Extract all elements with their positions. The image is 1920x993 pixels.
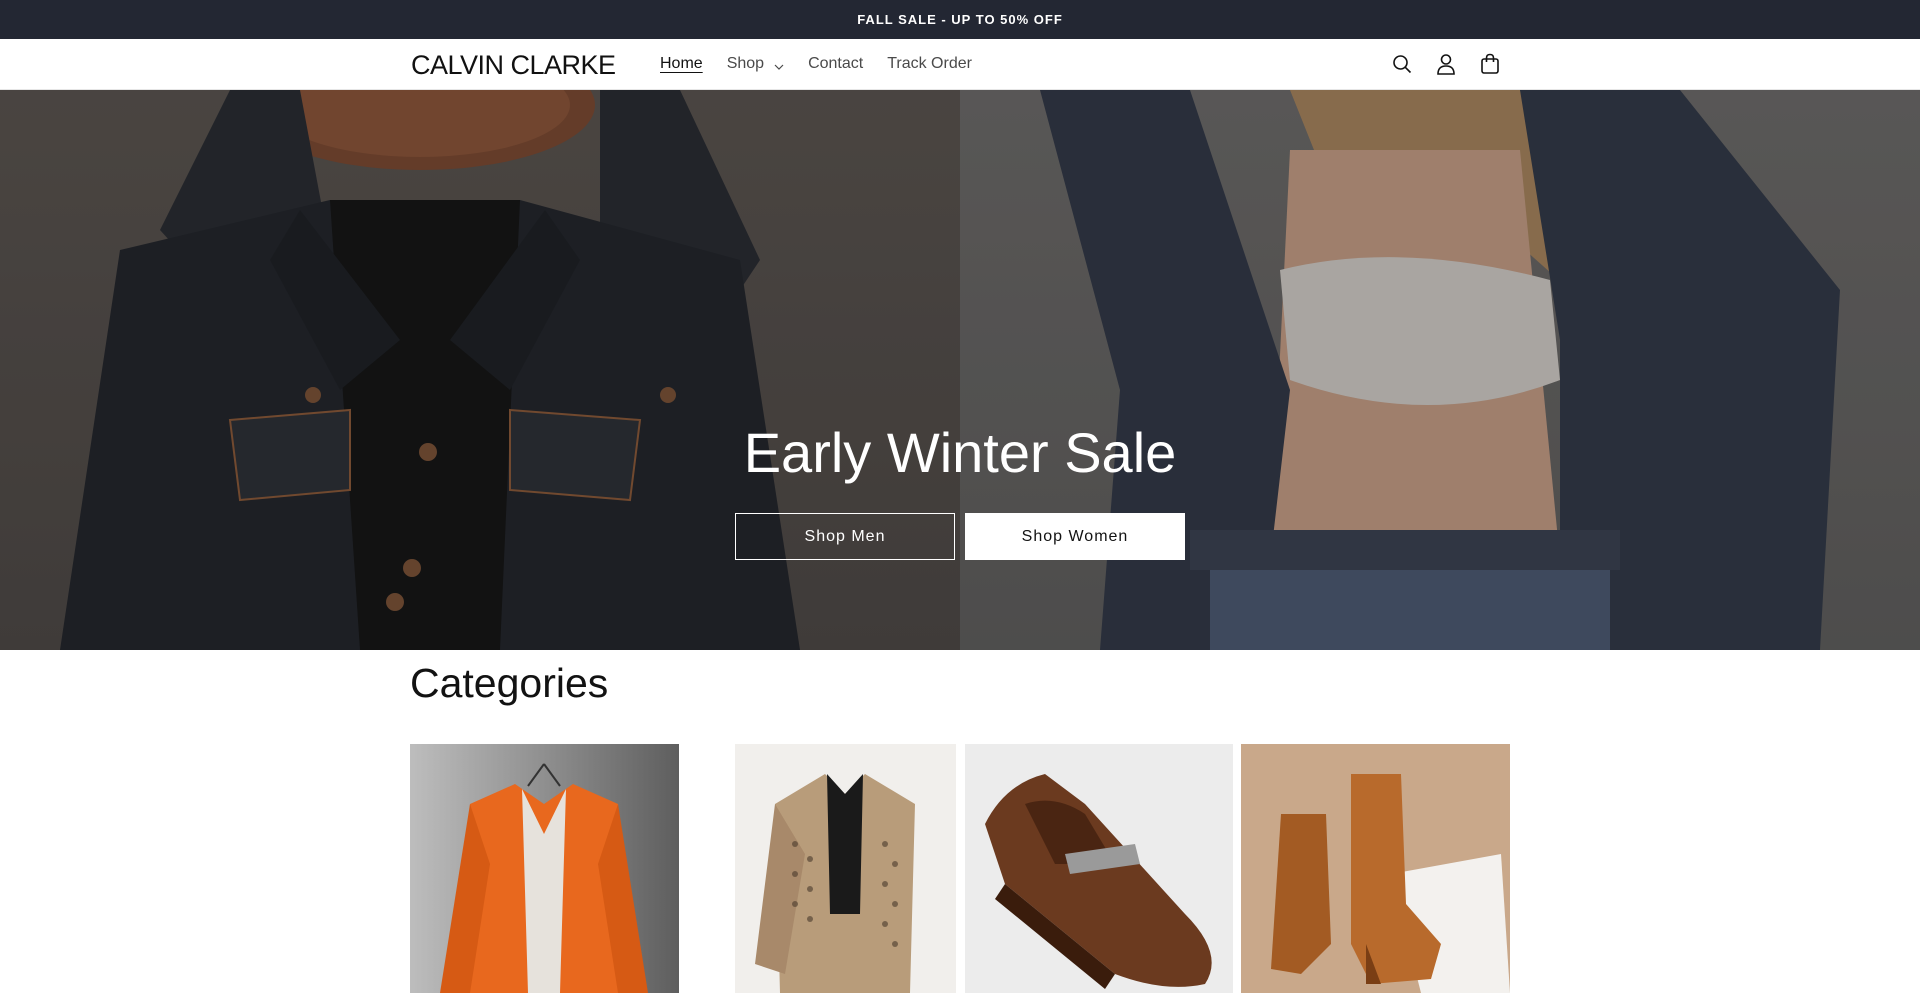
- category-tile-jacket[interactable]: [735, 744, 956, 993]
- category-tile-boots[interactable]: [1241, 744, 1510, 993]
- site-header: CALVIN CLARKE Home Shop Contact Track Or…: [0, 39, 1920, 90]
- cart-icon[interactable]: [1478, 51, 1502, 77]
- announcement-bar: FALL SALE - UP TO 50% OFF: [0, 0, 1920, 39]
- nav-shop-label: Shop: [726, 55, 765, 72]
- houndstooth-jacket-image: [735, 744, 956, 993]
- ankle-boots-image: [1241, 744, 1510, 993]
- account-icon[interactable]: [1434, 51, 1458, 77]
- nav-track-order[interactable]: Track Order: [887, 55, 972, 73]
- nav-home[interactable]: Home: [660, 55, 703, 73]
- category-tile-sweater[interactable]: [410, 744, 679, 993]
- main-nav: Home Shop Contact Track Order: [660, 39, 996, 89]
- search-icon[interactable]: [1390, 51, 1414, 77]
- header-icons: [1390, 51, 1502, 77]
- leather-loafer-image: [965, 744, 1233, 993]
- orange-sweater-image: [410, 744, 679, 993]
- categories-heading: Categories: [410, 660, 609, 706]
- nav-home-label: Home: [660, 55, 703, 72]
- logo[interactable]: CALVIN CLARKE: [411, 50, 616, 81]
- hero-banner: Early Winter Sale Shop Men Shop Women: [0, 90, 1920, 650]
- shop-women-button[interactable]: Shop Women: [965, 513, 1185, 560]
- nav-shop[interactable]: Shop: [727, 55, 784, 73]
- announcement-text: FALL SALE - UP TO 50% OFF: [857, 12, 1063, 27]
- chevron-down-icon: [774, 59, 784, 70]
- nav-contact[interactable]: Contact: [808, 55, 863, 73]
- hero-overlay: [0, 90, 1920, 650]
- shop-men-button[interactable]: Shop Men: [735, 513, 955, 560]
- category-tile-loafers[interactable]: [965, 744, 1233, 993]
- nav-track-order-label: Track Order: [887, 55, 972, 72]
- nav-contact-label: Contact: [808, 55, 864, 72]
- hero-title: Early Winter Sale: [743, 421, 1177, 484]
